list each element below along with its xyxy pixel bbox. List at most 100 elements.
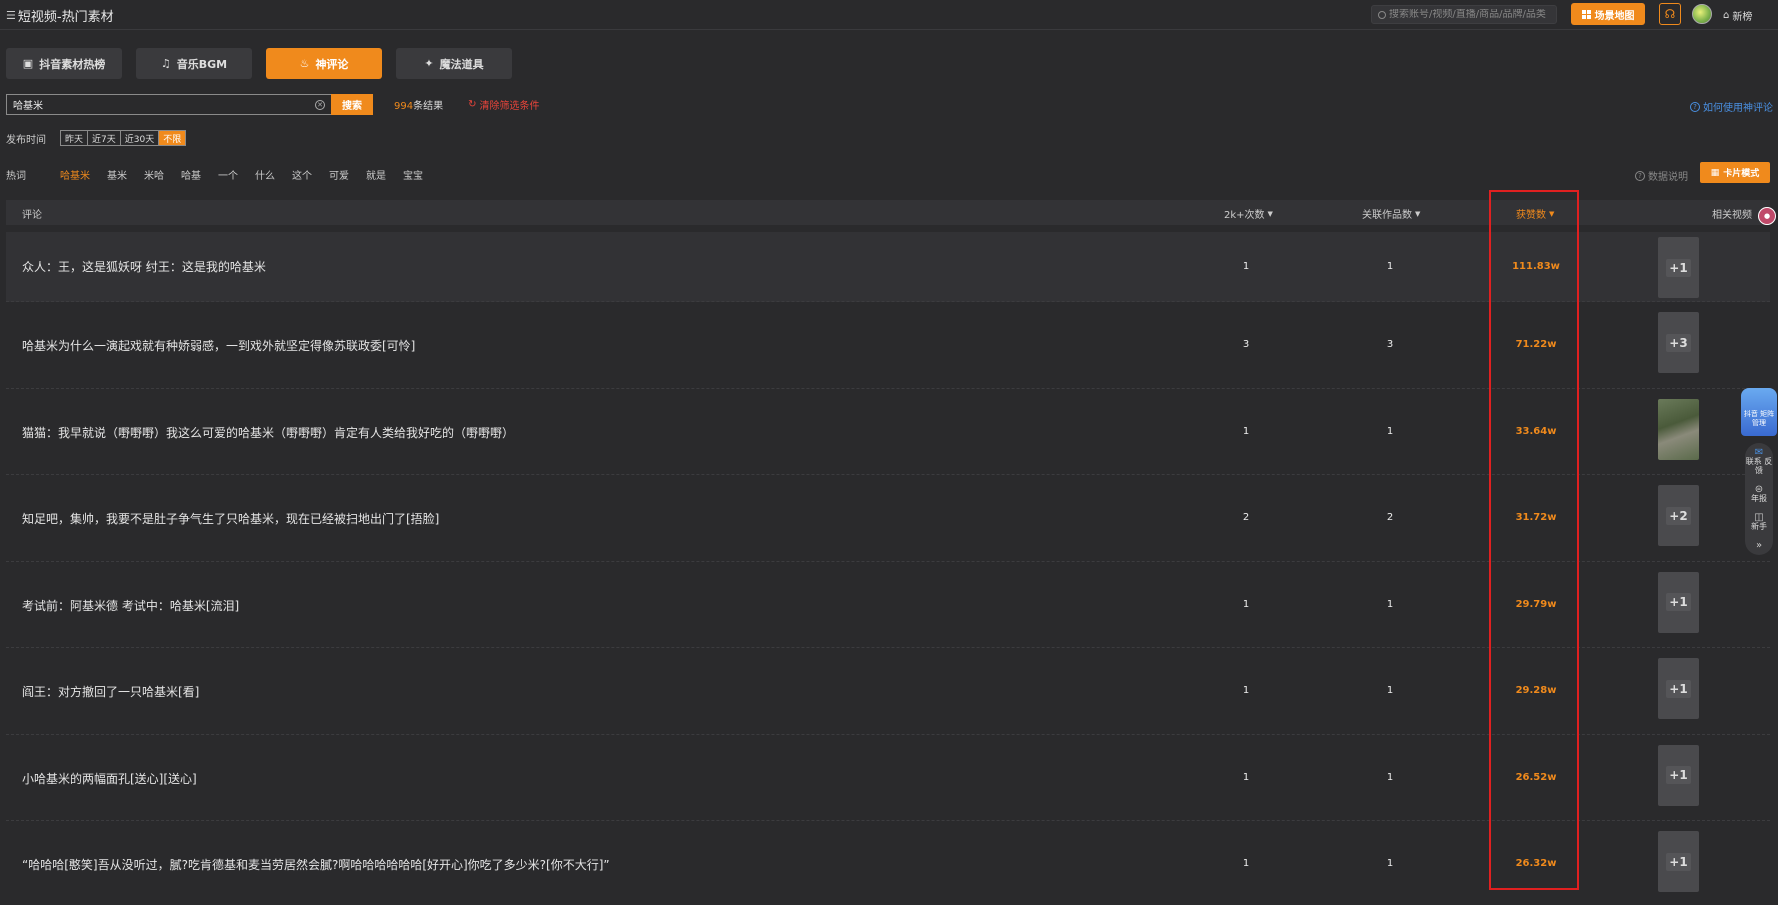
book-icon: ◫ xyxy=(1754,512,1764,523)
douyin-matrix-badge[interactable]: 抖音 矩阵管理 xyxy=(1741,388,1777,436)
hot-word[interactable]: 宝宝 xyxy=(403,167,423,182)
count-cell: 2 xyxy=(1242,512,1250,523)
comment-text: 知足吧，集帅，我要不是肚子争气生了只哈基米，现在已经被扫地出门了[捂脸] xyxy=(22,512,440,526)
global-search-input[interactable] xyxy=(1389,9,1549,20)
beginner-button[interactable]: ◫ 新手 xyxy=(1751,512,1767,532)
related-video-thumb[interactable] xyxy=(1658,398,1699,460)
feedback-button[interactable]: ✉ 联系 反馈 xyxy=(1745,448,1773,476)
comment-text: 哈基米为什么一演起戏就有种娇弱感，一到戏外就坚定得像苏联政委[可怜] xyxy=(22,339,416,353)
clear-icon[interactable]: ✕ xyxy=(315,99,325,110)
header-works[interactable]: 关联作品数 ▼ xyxy=(1362,206,1420,222)
related-video-thumb[interactable]: +1 xyxy=(1658,744,1699,806)
table-row[interactable]: “哈哈哈[憨笑]吾从没听过，膩?吃肯德基和麦当劳居然会膩?啊哈哈哈哈哈哈[好开心… xyxy=(6,821,1770,905)
app-title: ☰ 短视频-热门素材 xyxy=(6,6,114,25)
tab-bar: ▣ 抖音素材热榜 ♫ 音乐BGM ♨ 神评论 ✦ 魔法道具 xyxy=(6,48,512,79)
time-option-7d[interactable]: 近7天 xyxy=(88,131,121,145)
refresh-icon: ↻ xyxy=(468,99,477,110)
magic-wand-icon: ✦ xyxy=(424,57,434,70)
user-badge-icon[interactable]: ● xyxy=(1758,207,1776,225)
related-video-thumb[interactable]: +1 xyxy=(1658,831,1699,892)
card-mode-button[interactable]: ▦ 卡片模式 xyxy=(1700,162,1770,183)
music-icon: ♫ xyxy=(160,57,171,70)
time-option-all[interactable]: 不限 xyxy=(159,131,186,145)
howto-link[interactable]: ? 如何使用神评论 xyxy=(1690,99,1773,114)
help-icon: ? xyxy=(1635,170,1645,181)
time-option-yesterday[interactable]: 昨天 xyxy=(61,131,89,145)
top-bar: ☰ 短视频-热门素材 场景地图 ☊ ⌂ 新榜 xyxy=(0,0,1778,30)
time-filter-row: 发布时间 昨天 近7天 近30天 不限 xyxy=(6,130,187,146)
tab-music-bgm[interactable]: ♫ 音乐BGM xyxy=(136,48,252,79)
scene-map-button[interactable]: 场景地图 xyxy=(1571,3,1645,25)
hot-word[interactable]: 就是 xyxy=(366,167,386,182)
count-cell: 1 xyxy=(1242,425,1250,437)
time-option-30d[interactable]: 近30天 xyxy=(121,131,160,145)
works-cell: 1 xyxy=(1386,425,1394,437)
hot-words-label: 热词 xyxy=(6,171,26,182)
tab-magic-props[interactable]: ✦ 魔法道具 xyxy=(396,48,512,79)
table-row[interactable]: 猫猫：我早就说（嘢嘢嘢）我这么可爱的哈基米（嘢嘢嘢）肯定有人类给我好吃的（嘢嘢嘢… xyxy=(6,389,1770,475)
headset-icon[interactable]: ☊ xyxy=(1659,3,1681,25)
keyword-field[interactable]: ✕ xyxy=(6,94,331,115)
table-row[interactable]: 阎王：对方撤回了一只哈基米[看] 1 1 29.28w +1 xyxy=(6,648,1770,735)
data-note-link[interactable]: ? 数据说明 xyxy=(1635,168,1688,183)
table-row[interactable]: 小哈基米的两幅面孔[送心][送心] 1 1 26.52w +1 xyxy=(6,735,1770,821)
likes-cell: 33.64w xyxy=(1515,425,1557,437)
new-rank-link[interactable]: ⌂ 新榜 xyxy=(1723,8,1752,23)
header-likes[interactable]: 获赞数 ▼ xyxy=(1516,206,1554,222)
tab-douyin-hot[interactable]: ▣ 抖音素材热榜 xyxy=(6,48,122,79)
home-icon: ⌂ xyxy=(1723,10,1730,21)
works-cell: 1 xyxy=(1386,771,1394,783)
hot-word[interactable]: 哈基 xyxy=(181,167,201,182)
header-count[interactable]: 2k+次数 ▼ xyxy=(1224,206,1273,222)
box-icon: ▣ xyxy=(22,57,34,70)
table-row[interactable]: 知足吧，集帅，我要不是肚子争气生了只哈基米，现在已经被扫地出门了[捂脸] 2 2… xyxy=(6,475,1770,562)
comment-text: 小哈基米的两幅面孔[送心][送心] xyxy=(22,771,197,786)
hot-word[interactable]: 可爱 xyxy=(329,167,349,182)
likes-cell: 111.83w xyxy=(1512,261,1560,272)
hot-words-row: 热词 哈基米 基米 米哈 哈基 一个 什么 这个 可爱 就是 宝宝 xyxy=(6,167,440,182)
hot-word[interactable]: 米哈 xyxy=(144,167,164,182)
comment-text: “哈哈哈[憨笑]吾从没听过，膩?吃肯德基和麦当劳居然会膩?啊哈哈哈哈哈哈[好开心… xyxy=(22,858,610,872)
hot-word[interactable]: 基米 xyxy=(107,167,127,182)
count-cell: 1 xyxy=(1242,261,1250,272)
count-cell: 1 xyxy=(1242,685,1250,696)
related-video-thumb[interactable]: +3 xyxy=(1658,312,1699,373)
related-video-thumb[interactable]: +2 xyxy=(1658,485,1699,546)
header-related: 相关视频 xyxy=(1712,210,1752,221)
hot-word[interactable]: 这个 xyxy=(292,167,312,182)
search-button[interactable]: 搜索 xyxy=(331,94,373,115)
likes-cell: 26.32w xyxy=(1515,858,1557,869)
works-cell: 1 xyxy=(1386,858,1394,869)
avatar[interactable] xyxy=(1692,4,1712,24)
clear-filter-link[interactable]: ↻ 清除筛选条件 xyxy=(468,97,539,112)
table-body: 众人：王，这是狐妖呀 纣王：这是我的哈基米 1 1 111.83w +1 哈基米… xyxy=(6,232,1770,905)
count-cell: 3 xyxy=(1242,339,1250,350)
count-cell: 1 xyxy=(1242,858,1250,869)
works-cell: 1 xyxy=(1386,598,1394,610)
keyword-input[interactable] xyxy=(13,99,303,110)
works-cell: 1 xyxy=(1386,261,1394,272)
works-cell: 1 xyxy=(1386,685,1394,696)
comment-text: 众人：王，这是狐妖呀 纣王：这是我的哈基米 xyxy=(22,260,266,274)
hot-word[interactable]: 一个 xyxy=(218,167,238,182)
search-icon xyxy=(1378,10,1386,19)
hot-word[interactable]: 哈基米 xyxy=(60,167,90,182)
likes-cell: 29.28w xyxy=(1515,685,1557,696)
chevron-double-right-icon: » xyxy=(1755,540,1763,551)
card-icon: ▦ xyxy=(1710,167,1720,178)
menu-icon[interactable]: ☰ xyxy=(6,9,16,22)
comment-text: 考试前：阿基米德 考试中：哈基米[流泪] xyxy=(22,598,240,613)
tab-hot-comments[interactable]: ♨ 神评论 xyxy=(266,48,382,79)
hot-word[interactable]: 什么 xyxy=(255,167,275,182)
global-search[interactable] xyxy=(1371,5,1557,24)
annual-report-button[interactable]: ⊜ 年报 xyxy=(1751,485,1767,504)
hot-words: 哈基米 基米 米哈 哈基 一个 什么 这个 可爱 就是 宝宝 xyxy=(60,167,440,182)
related-video-thumb[interactable]: +1 xyxy=(1658,237,1699,298)
related-video-thumb[interactable]: +1 xyxy=(1658,571,1699,633)
table-row[interactable]: 众人：王，这是狐妖呀 纣王：这是我的哈基米 1 1 111.83w +1 xyxy=(6,232,1770,302)
collapse-button[interactable]: » xyxy=(1755,540,1763,551)
table-row[interactable]: 考试前：阿基米德 考试中：哈基米[流泪] 1 1 29.79w +1 xyxy=(6,562,1770,648)
likes-cell: 71.22w xyxy=(1515,339,1557,350)
related-video-thumb[interactable]: +1 xyxy=(1658,658,1699,719)
table-row[interactable]: 哈基米为什么一演起戏就有种娇弱感，一到戏外就坚定得像苏联政委[可怜] 3 3 7… xyxy=(6,302,1770,389)
